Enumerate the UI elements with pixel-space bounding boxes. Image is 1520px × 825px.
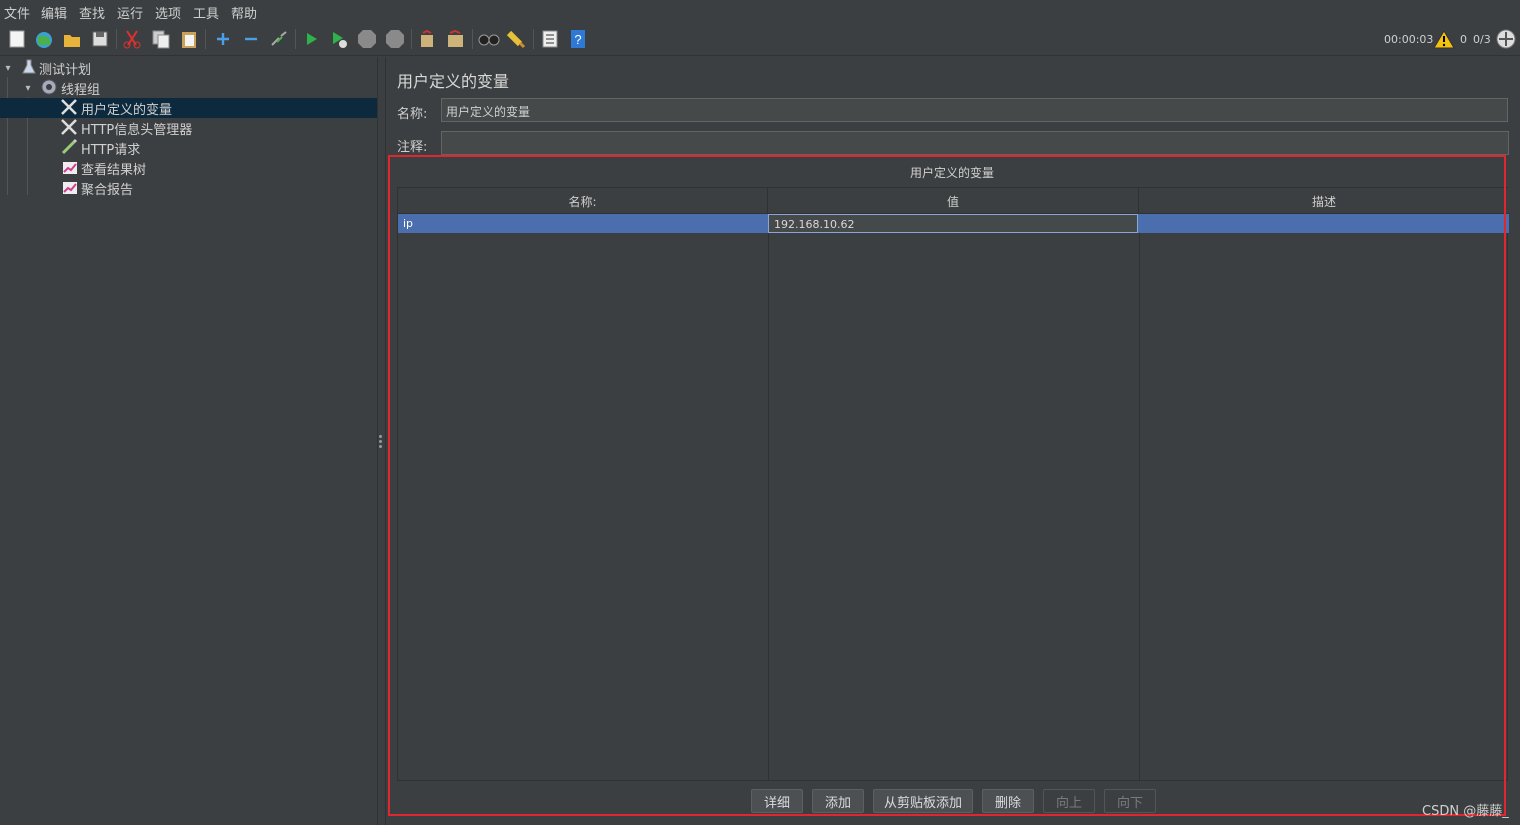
chart-icon (62, 179, 78, 198)
menu-run[interactable]: 运行 (117, 3, 143, 22)
column-header-description[interactable]: 描述 (1139, 188, 1509, 214)
toolbar: ? 00:00:03 0 0/3 (0, 22, 1520, 56)
tree-item-test-plan[interactable]: ▾ 测试计划 (0, 58, 377, 78)
watermark: CSDN @藤藤_ (1422, 804, 1509, 819)
menu-file[interactable]: 文件 (4, 3, 30, 22)
tree-item-thread-group[interactable]: ▾ 线程组 (0, 78, 377, 98)
paste-icon[interactable] (178, 27, 200, 51)
menu-options[interactable]: 选项 (155, 3, 181, 22)
menu-tools[interactable]: 工具 (193, 3, 219, 22)
warning-icon[interactable] (1433, 27, 1455, 51)
copy-icon[interactable] (150, 27, 172, 51)
collapse-icon[interactable] (240, 27, 262, 51)
cell-value-editor[interactable]: 192.168.10.62 (768, 214, 1138, 233)
flask-icon (22, 59, 36, 78)
comment-field[interactable] (441, 131, 1509, 155)
tree-item-http-request[interactable]: HTTP请求 (0, 138, 377, 158)
tree-item-user-defined-variables[interactable]: 用户定义的变量 (0, 98, 377, 118)
save-icon[interactable] (89, 27, 111, 51)
pipette-icon (60, 138, 78, 159)
tree-item-label: 线程组 (61, 82, 101, 98)
tools-icon (60, 118, 78, 139)
move-down-button[interactable]: 向下 (1104, 789, 1156, 813)
move-up-button[interactable]: 向上 (1043, 789, 1095, 813)
tree-item-view-results-tree[interactable]: 查看结果树 (0, 158, 377, 178)
tree-item-label: 用户定义的变量 (81, 102, 173, 118)
start-no-pause-icon[interactable] (328, 27, 350, 51)
table-row[interactable]: ip 192.168.10.62 (398, 214, 1509, 233)
tools-icon (60, 98, 78, 119)
page-title: 用户定义的变量 (397, 72, 510, 91)
tree-item-label: HTTP请求 (81, 142, 141, 158)
table-header: 名称: 值 描述 (398, 188, 1509, 214)
tree-item-label: 聚合报告 (81, 182, 134, 198)
templates-icon[interactable] (33, 27, 55, 51)
cell-description[interactable] (1139, 214, 1509, 233)
cell-name[interactable]: ip (398, 214, 768, 233)
new-icon[interactable] (6, 27, 28, 51)
start-icon[interactable] (300, 27, 322, 51)
chevron-down-icon[interactable]: ▾ (22, 83, 34, 94)
test-plan-tree: ▾ 测试计划 ▾ 线程组 用户定义的变量 HTTP信息头管理器 HTTP请求 查… (0, 57, 377, 825)
column-header-value[interactable]: 值 (768, 188, 1139, 214)
divider-grip[interactable] (379, 435, 382, 438)
menubar: 文件 编辑 查找 运行 选项 工具 帮助 (0, 0, 1520, 22)
elapsed-timer: 00:00:03 (1384, 33, 1434, 46)
menu-help[interactable]: 帮助 (231, 3, 257, 22)
menu-search[interactable]: 查找 (79, 3, 105, 22)
cut-icon[interactable] (121, 27, 143, 51)
clear-icon[interactable] (416, 27, 438, 51)
help-icon[interactable]: ? (567, 27, 589, 51)
detail-button[interactable]: 详细 (751, 789, 803, 813)
comment-label: 注释: (397, 140, 428, 155)
name-label: 名称: (397, 107, 428, 122)
expand-icon[interactable] (212, 27, 234, 51)
add-from-clipboard-button[interactable]: 从剪贴板添加 (873, 789, 973, 813)
tree-item-label: 查看结果树 (81, 162, 147, 178)
svg-text:?: ? (574, 32, 581, 47)
tree-item-label: 测试计划 (39, 62, 92, 78)
column-header-name[interactable]: 名称: (398, 188, 768, 214)
clear-all-icon[interactable] (445, 27, 467, 51)
variables-table: 名称: 值 描述 ip 192.168.10.62 (397, 187, 1509, 781)
menu-edit[interactable]: 编辑 (41, 3, 67, 22)
divider-grip[interactable] (379, 445, 382, 448)
open-icon[interactable] (61, 27, 83, 51)
search-icon[interactable] (478, 27, 500, 51)
chevron-down-icon[interactable]: ▾ (2, 63, 14, 74)
delete-button[interactable]: 删除 (982, 789, 1034, 813)
gear-icon (40, 78, 58, 99)
remote-globe-icon[interactable] (1495, 27, 1517, 51)
add-button[interactable]: 添加 (812, 789, 864, 813)
divider-grip[interactable] (379, 440, 382, 443)
name-field[interactable]: 用户定义的变量 (441, 98, 1508, 122)
warning-count: 0 (1460, 33, 1467, 46)
chart-icon (62, 159, 78, 178)
table-title: 用户定义的变量 (909, 166, 994, 180)
tree-item-http-header-manager[interactable]: HTTP信息头管理器 (0, 118, 377, 138)
tree-item-aggregate-report[interactable]: 聚合报告 (0, 178, 377, 198)
function-helper-icon[interactable] (539, 27, 561, 51)
shutdown-icon[interactable] (384, 27, 406, 51)
thread-count: 0/3 (1473, 33, 1491, 46)
tree-item-label: HTTP信息头管理器 (81, 122, 193, 138)
toggle-icon[interactable] (268, 27, 290, 51)
reset-search-icon[interactable] (506, 27, 528, 51)
stop-icon[interactable] (356, 27, 378, 51)
